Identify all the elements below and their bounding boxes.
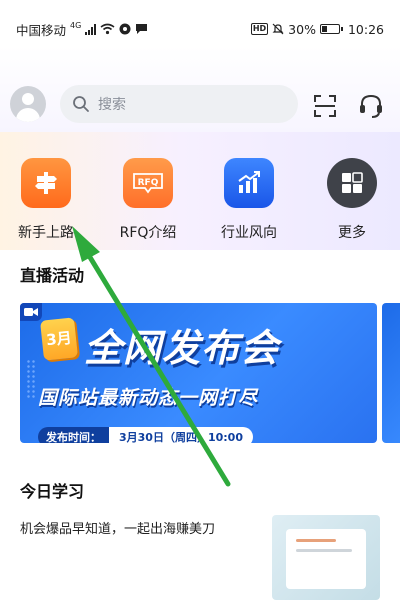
thumbnail-line xyxy=(296,539,336,542)
thumbnail-card xyxy=(286,529,366,589)
search-bar[interactable]: 搜索 xyxy=(60,85,298,123)
thumbnail-line xyxy=(296,549,352,552)
trend-chart-icon xyxy=(224,158,274,208)
network-type: 4G xyxy=(70,20,82,30)
scan-icon[interactable] xyxy=(313,94,337,118)
svg-text:RFQ: RFQ xyxy=(138,178,159,188)
month-badge: 3月 xyxy=(40,317,78,361)
entry-more[interactable]: 更多 xyxy=(312,158,392,242)
entry-industry-trend[interactable]: 行业风向 xyxy=(209,158,289,242)
mute-bell-icon xyxy=(272,23,284,35)
battery-percent: 30% xyxy=(288,21,316,37)
app-header: 搜索 xyxy=(0,46,400,132)
next-banner-peek[interactable] xyxy=(382,303,400,443)
release-time-bar: 发布时间： 3月30日（周四）10:00 xyxy=(38,427,253,443)
customer-service-icon[interactable] xyxy=(357,92,385,120)
live-section-title: 直播活动 xyxy=(20,266,85,285)
carrier-name: 中国移动 xyxy=(16,22,67,38)
beginner-icon xyxy=(21,158,71,208)
entry-label: 新手上路 xyxy=(18,225,74,241)
decorative-dots xyxy=(26,359,36,399)
learning-item-text[interactable]: 机会爆品早知道，一起出海赚美刀 xyxy=(20,518,215,537)
banner-subtitle: 国际站最新动态一网打尽 xyxy=(38,387,259,409)
banner-title: 全网发布会 xyxy=(84,326,280,370)
location-icon xyxy=(119,23,131,35)
status-bar: 中国移动 4G HD 30% 10:26 xyxy=(0,0,400,46)
message-icon xyxy=(136,24,148,34)
battery-fill xyxy=(321,26,327,32)
entry-label: RFQ介绍 xyxy=(119,225,177,241)
entry-rfq[interactable]: RFQ RFQ介绍 xyxy=(108,158,188,242)
learning-section-title: 今日学习 xyxy=(20,482,85,501)
status-left: 中国移动 4G xyxy=(16,20,148,39)
battery-icon xyxy=(319,24,343,34)
release-time-value: 3月30日（周四）10:00 xyxy=(109,427,253,443)
quick-entries: 新手上路 RFQ RFQ介绍 行业风向 更多 xyxy=(0,158,400,248)
more-grid-icon xyxy=(327,158,377,208)
entry-label: 行业风向 xyxy=(221,225,277,241)
search-placeholder: 搜索 xyxy=(98,97,126,113)
status-right: HD 30% 10:26 xyxy=(250,21,384,37)
clock: 10:26 xyxy=(347,21,384,37)
release-time-label: 发布时间： xyxy=(38,427,109,443)
user-avatar[interactable] xyxy=(10,86,46,122)
rfq-icon: RFQ xyxy=(123,158,173,208)
live-video-icon xyxy=(20,303,42,321)
search-icon xyxy=(73,96,89,112)
avatar-body xyxy=(16,108,40,122)
avatar-head xyxy=(22,93,34,105)
hd-icon: HD xyxy=(250,23,269,35)
learning-thumbnail[interactable] xyxy=(272,515,380,600)
entry-label: 更多 xyxy=(338,225,366,241)
entry-beginner[interactable]: 新手上路 xyxy=(6,158,86,242)
wifi-icon xyxy=(100,23,115,35)
signal-icon xyxy=(85,23,97,35)
live-banner[interactable]: 3月 全网发布会 国际站最新动态一网打尽 发布时间： 3月30日（周四）10:0… xyxy=(20,303,377,443)
